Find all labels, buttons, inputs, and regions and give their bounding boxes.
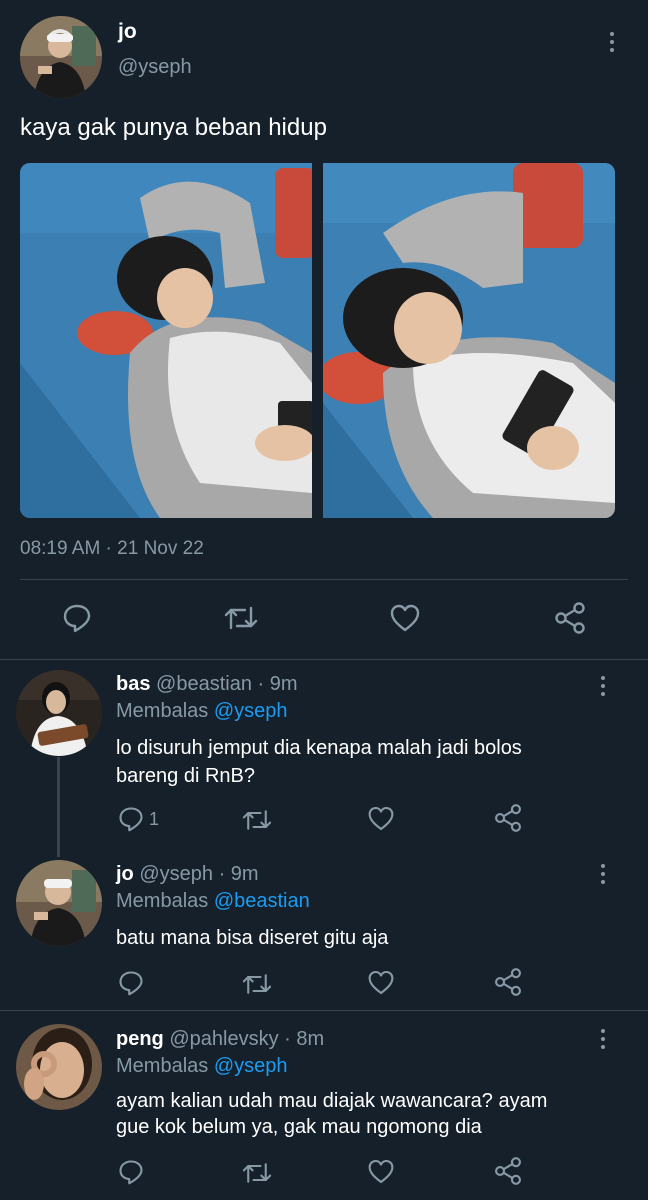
reply-avatar[interactable] xyxy=(16,860,102,946)
tweet-photo-1[interactable] xyxy=(20,163,312,518)
reply-header: bas @beastian · 9m xyxy=(116,673,298,696)
divider xyxy=(0,1010,648,1011)
reply-thread-line xyxy=(57,757,60,857)
share-icon[interactable] xyxy=(493,1156,523,1186)
replying-to: Membalas @yseph xyxy=(116,1055,288,1078)
reply-text-line: ayam kalian udah mau diajak wawancara? a… xyxy=(116,1090,548,1112)
divider xyxy=(20,579,628,580)
reply-icon[interactable] xyxy=(61,602,93,634)
reply-avatar[interactable] xyxy=(16,1024,102,1110)
reply-text: ayam kalian udah mau diajak wawancara? a… xyxy=(116,1088,547,1140)
replying-prefix: Membalas xyxy=(116,1055,209,1077)
reply-icon[interactable] xyxy=(117,969,145,997)
reply-handle[interactable]: @yseph xyxy=(139,863,213,885)
replying-to-link[interactable]: @yseph xyxy=(214,700,288,722)
reply-text-line: batu mana bisa diseret gitu aja xyxy=(116,927,389,949)
reply-display-name[interactable]: jo xyxy=(116,863,134,885)
reply-text-line: gue kok belum ya, gak mau ngomong dia xyxy=(116,1116,482,1138)
reply-handle[interactable]: @pahlevsky xyxy=(169,1028,278,1050)
reply-icon[interactable] xyxy=(117,1158,145,1186)
main-tweet-handle[interactable]: @yseph xyxy=(118,56,192,79)
retweet-icon[interactable] xyxy=(241,1159,273,1187)
retweet-icon[interactable] xyxy=(241,970,273,998)
like-icon[interactable] xyxy=(389,603,421,633)
like-icon[interactable] xyxy=(367,805,395,832)
reply-icon[interactable] xyxy=(117,805,145,833)
like-icon[interactable] xyxy=(367,1158,395,1185)
reply-handle[interactable]: @beastian xyxy=(156,673,252,695)
retweet-icon[interactable] xyxy=(241,806,273,834)
reply-display-name[interactable]: peng xyxy=(116,1028,164,1050)
replying-prefix: Membalas xyxy=(116,700,209,722)
main-tweet-text: kaya gak punya beban hidup xyxy=(20,114,327,141)
retweet-icon[interactable] xyxy=(223,602,259,634)
more-options-icon[interactable] xyxy=(600,1029,606,1049)
replying-to-link[interactable]: @beastian xyxy=(214,890,310,912)
reply-text-line: lo disuruh jemput dia kenapa malah jadi … xyxy=(116,737,522,759)
more-options-icon[interactable] xyxy=(600,864,606,884)
main-tweet-avatar[interactable] xyxy=(20,16,102,98)
replying-to: Membalas @yseph xyxy=(116,700,288,723)
replying-to-link[interactable]: @yseph xyxy=(214,1055,288,1077)
share-icon[interactable] xyxy=(493,803,523,833)
main-tweet-display-name[interactable]: jo xyxy=(118,20,137,44)
share-icon[interactable] xyxy=(493,967,523,997)
reply-time[interactable]: · 8m xyxy=(284,1028,324,1050)
more-options-icon[interactable] xyxy=(600,676,606,696)
main-tweet-timestamp[interactable]: 08:19 AM · 21 Nov 22 xyxy=(20,538,204,560)
divider xyxy=(0,659,648,660)
replying-prefix: Membalas xyxy=(116,890,209,912)
reply-count: 1 xyxy=(149,809,160,829)
tweet-photo-2[interactable] xyxy=(323,163,615,518)
reply-header: jo @yseph · 9m xyxy=(116,863,259,886)
reply-text: batu mana bisa diseret gitu aja xyxy=(116,924,388,952)
reply-time[interactable]: · 9m xyxy=(258,673,298,695)
replying-to: Membalas @beastian xyxy=(116,890,310,913)
more-options-icon[interactable] xyxy=(609,32,615,52)
share-icon[interactable] xyxy=(553,601,587,635)
reply-time[interactable]: · 9m xyxy=(219,863,259,885)
reply-text-line: bareng di RnB? xyxy=(116,765,255,787)
reply-display-name[interactable]: bas xyxy=(116,673,150,695)
reply-header: peng @pahlevsky · 8m xyxy=(116,1028,324,1051)
like-icon[interactable] xyxy=(367,969,395,996)
reply-text: lo disuruh jemput dia kenapa malah jadi … xyxy=(116,734,522,790)
reply-avatar[interactable] xyxy=(16,670,102,756)
